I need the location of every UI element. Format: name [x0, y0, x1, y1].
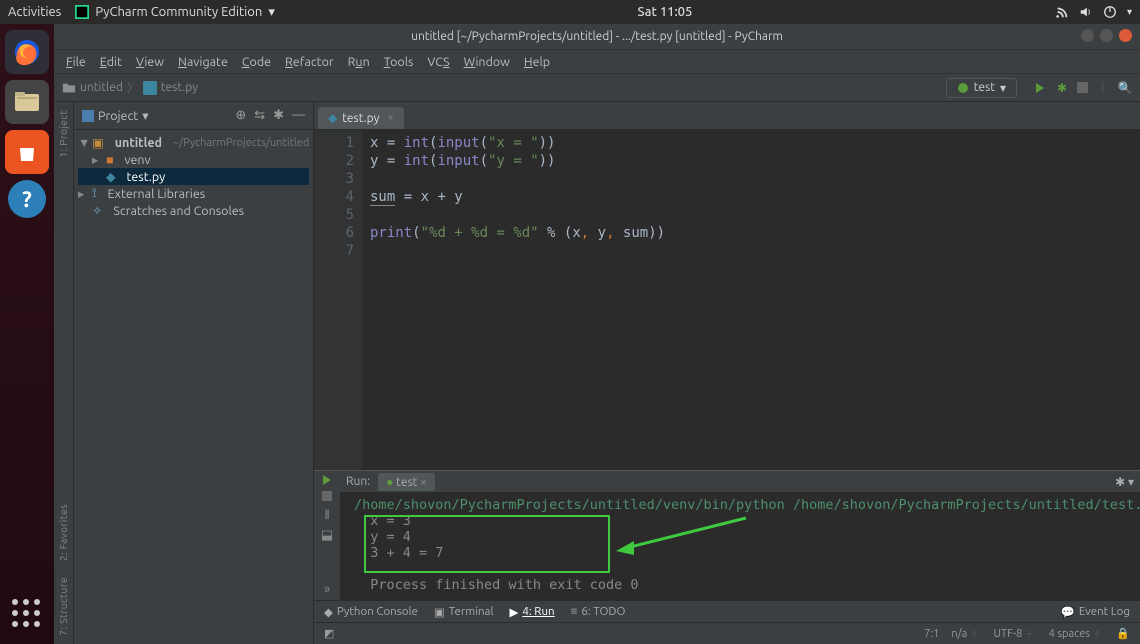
volume-icon[interactable] [1079, 5, 1093, 19]
menu-edit[interactable]: Edit [100, 55, 122, 69]
lock-icon[interactable]: 🔒 [1116, 627, 1130, 640]
run-config-selector[interactable]: test ▾ [946, 78, 1017, 98]
close-tool-button[interactable]: » [324, 582, 330, 596]
menu-navigate[interactable]: Navigate [178, 55, 228, 69]
window-close[interactable] [1119, 29, 1132, 42]
menu-bar: File Edit View Navigate Code Refactor Ru… [54, 50, 1140, 74]
down-button[interactable]: ⬓ [321, 528, 333, 543]
power-icon[interactable] [1103, 5, 1117, 19]
project-view-icon [82, 110, 94, 122]
python-file-icon [143, 81, 157, 95]
status-cursor[interactable]: 7:1 [924, 628, 939, 640]
run-toolbar: ‖ ⬓ » [314, 471, 340, 600]
gear-icon[interactable]: ✱ ▾ [1115, 475, 1134, 489]
menu-help[interactable]: Help [524, 55, 550, 69]
launcher-apps-grid[interactable] [7, 594, 47, 634]
event-log[interactable]: 💬 Event Log [1061, 605, 1131, 619]
menu-tools[interactable]: Tools [384, 55, 414, 69]
launcher-files[interactable] [5, 80, 49, 124]
editor-tab-strip: ◆ test.py × [314, 102, 1140, 130]
gear-icon[interactable]: ✱ [273, 108, 284, 123]
launcher-help[interactable]: ? [8, 180, 46, 218]
stop-button[interactable] [322, 491, 332, 501]
ubuntu-launcher: ? [0, 24, 54, 644]
menu-file[interactable]: File [66, 55, 86, 69]
left-tool-strip: 1: Project 2: Favorites 7: Structure [54, 102, 74, 644]
status-encoding[interactable]: UTF-8 [994, 628, 1023, 640]
project-toolwin-title[interactable]: Project [98, 109, 138, 123]
tab-todo[interactable]: ≡ 6: TODO [571, 605, 626, 618]
files-icon [13, 89, 41, 115]
pycharm-window: untitled [~/PycharmProjects/untitled] - … [54, 24, 1140, 644]
tool-favorites-tab[interactable]: 2: Favorites [58, 504, 69, 561]
window-minimize[interactable] [1081, 29, 1094, 42]
shopping-bag-icon [15, 140, 39, 164]
project-tool-window: Project ▾ ⊕ ⇆ ✱ — ▼▣ untitled ~/PycharmP… [74, 102, 314, 644]
editor-content[interactable]: x = int(input("x = ")) y = int(input("y … [362, 130, 1140, 470]
collapse-all-icon[interactable]: ⇆ [254, 108, 265, 123]
navigation-bar: untitled 〉 test.py test ▾ ✱ | 🔍 [54, 74, 1140, 102]
tree-file-test-py[interactable]: ◆ test.py [78, 168, 309, 185]
run-button[interactable] [1033, 81, 1047, 95]
status-hide-tool-windows-icon[interactable]: ◩ [324, 627, 334, 640]
launcher-software[interactable] [5, 130, 49, 174]
pycharm-icon [75, 5, 89, 19]
menu-refactor[interactable]: Refactor [285, 55, 334, 69]
clock[interactable]: Sat 11:05 [275, 5, 1055, 19]
breadcrumb-file[interactable]: test.py [161, 81, 198, 94]
run-tool-window: ‖ ⬓ » Run: ● test × ✱ ▾ /home [314, 470, 1140, 600]
menu-run[interactable]: Run [348, 55, 370, 69]
tab-run[interactable]: ▶ 4: Run [509, 605, 554, 619]
search-everywhere-icon[interactable]: 🔍 [1118, 81, 1132, 95]
system-menu-chevron-icon[interactable]: ▾ [1127, 6, 1132, 18]
python-file-icon: ◆ [328, 111, 337, 125]
tab-python-console[interactable]: ◆ Python Console [324, 605, 418, 619]
menu-view[interactable]: View [136, 55, 164, 69]
run-tab-test[interactable]: ● test × [378, 473, 435, 491]
menu-vcs[interactable]: VCS [427, 55, 449, 69]
run-config-icon [957, 82, 969, 94]
status-indent[interactable]: 4 spaces [1049, 628, 1091, 640]
status-line-ending[interactable]: n/a [951, 628, 967, 640]
bottom-tool-bar: ◆ Python Console ▣ Terminal ▶ 4: Run ≡ 6… [314, 600, 1140, 622]
code-editor[interactable]: 1 2 3 4 5 6 7 x = int(input("x = ")) y =… [314, 130, 1140, 470]
status-bar: ◩ 7:1 n/a ÷ UTF-8 ÷ 4 spaces ÷ 🔒 [314, 622, 1140, 644]
activities-button[interactable]: Activities [8, 5, 61, 19]
debug-button[interactable]: ✱ [1055, 81, 1069, 95]
run-output[interactable]: /home/shovon/PycharmProjects/untitled/ve… [340, 493, 1140, 600]
menu-window[interactable]: Window [464, 55, 510, 69]
rerun-button[interactable] [323, 475, 331, 485]
breadcrumb-project[interactable]: untitled [80, 81, 123, 94]
window-maximize[interactable] [1100, 29, 1113, 42]
network-icon[interactable] [1055, 5, 1069, 19]
tab-test-py[interactable]: ◆ test.py × [318, 107, 404, 129]
folder-icon [62, 81, 76, 95]
project-tree[interactable]: ▼▣ untitled ~/PycharmProjects/untitled ▸… [74, 130, 313, 223]
tab-terminal[interactable]: ▣ Terminal [434, 605, 494, 619]
close-icon[interactable]: × [387, 112, 393, 124]
editor-gutter: 1 2 3 4 5 6 7 [314, 130, 362, 470]
window-title: untitled [~/PycharmProjects/untitled] - … [411, 30, 783, 43]
menu-code[interactable]: Code [242, 55, 271, 69]
launcher-firefox[interactable] [5, 30, 49, 74]
firefox-icon [12, 37, 42, 67]
run-panel-label: Run: [346, 475, 370, 488]
question-icon: ? [22, 187, 32, 212]
scroll-from-source-icon[interactable]: ⊕ [235, 108, 246, 123]
sep: | [1096, 81, 1110, 95]
current-app[interactable]: PyCharm Community Edition ▾ [75, 5, 275, 20]
pause-button[interactable]: ‖ [324, 507, 329, 522]
tool-structure-tab[interactable]: 7: Structure [58, 577, 69, 636]
stop-button[interactable] [1077, 82, 1088, 93]
tool-project-tab[interactable]: 1: Project [58, 110, 69, 158]
title-bar: untitled [~/PycharmProjects/untitled] - … [54, 24, 1140, 50]
gnome-top-bar: Activities PyCharm Community Edition ▾ S… [0, 0, 1140, 24]
annotation-arrow [616, 513, 756, 563]
hide-icon[interactable]: — [292, 108, 305, 123]
